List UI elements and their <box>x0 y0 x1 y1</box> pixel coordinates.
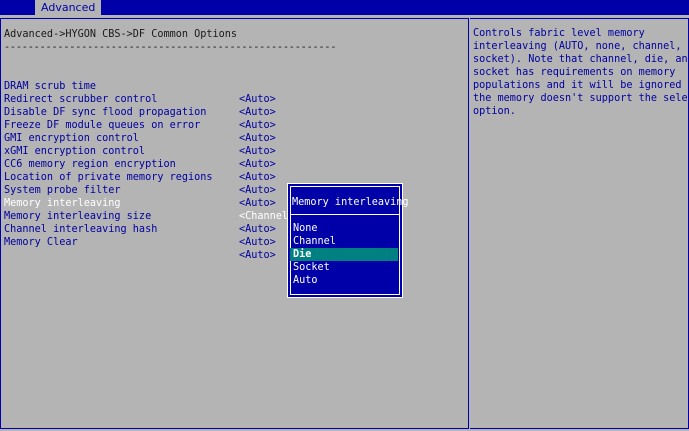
setting-value[interactable]: <Auto> <box>239 236 276 249</box>
popup-option-socket[interactable]: Socket <box>290 261 398 274</box>
popup-option-channel[interactable]: Channel <box>290 235 398 248</box>
setting-system-probe-filter[interactable]: System probe filter <Auto> <box>0 171 300 209</box>
setting-memory-clear[interactable]: Memory Clear <Auto> <box>0 223 300 261</box>
popup-title: Memory interleaving <box>292 197 409 208</box>
help-line: option. <box>473 106 516 117</box>
help-text: Controls fabric level memory interleaving… <box>473 27 689 118</box>
setting-dram-scrub-time[interactable]: DRAM scrub time <Auto> <box>0 67 300 105</box>
tab-advanced[interactable]: Advanced <box>35 0 102 15</box>
option-label: Die <box>293 249 312 260</box>
setting-redirect-scrubber-control[interactable]: Redirect scrubber control <Auto> <box>0 80 300 118</box>
setting-channel-interleaving-hash[interactable]: Channel interleaving hash <Auto> <box>0 210 300 248</box>
help-line: populations and it will be ignored if <box>473 80 689 91</box>
option-label: Auto <box>293 275 318 286</box>
popup-option-die[interactable]: Die <box>290 248 398 261</box>
setting-freeze-df-module-queues[interactable]: Freeze DF module queues on error <Auto> <box>0 106 300 144</box>
setting-memory-interleaving[interactable]: Memory interleaving <Channel> <box>0 184 300 222</box>
setting-xgmi-encryption-control[interactable]: xGMI encryption control <Auto> <box>0 132 300 170</box>
help-line: socket). Note that channel, die, and <box>473 54 689 65</box>
option-label: Socket <box>293 262 330 273</box>
top-menu-bar: Advanced <box>0 0 689 15</box>
setting-label: Memory Clear <box>4 237 78 248</box>
option-label: None <box>293 223 318 234</box>
help-line: the memory doesn't support the selected <box>473 93 689 104</box>
setting-disable-df-sync-flood[interactable]: Disable DF sync flood propagation <Auto> <box>0 93 300 131</box>
setting-gmi-encryption-control[interactable]: GMI encryption control <Auto> <box>0 119 300 157</box>
help-line: socket has requirements on memory <box>473 67 676 78</box>
breadcrumb: Advanced->HYGON CBS->DF Common Options <box>4 29 238 40</box>
option-label: Channel <box>293 236 336 247</box>
popup-divider <box>290 214 400 215</box>
help-line: Controls fabric level memory <box>473 28 645 39</box>
setting-cc6-memory-region-encryption[interactable]: CC6 memory region encryption <Auto> <box>0 145 300 183</box>
help-line: interleaving (AUTO, none, channel, die, <box>473 41 689 52</box>
popup-option-auto[interactable]: Auto <box>290 274 398 287</box>
popup-option-none[interactable]: None <box>290 222 398 235</box>
setting-value[interactable]: <Auto> <box>239 249 276 262</box>
setting-location-private-memory[interactable]: Location of private memory regions <Auto… <box>0 158 300 196</box>
breadcrumb-divider: ----------------------------------------… <box>4 42 337 53</box>
setting-memory-interleaving-size[interactable]: Memory interleaving size <Auto> <box>0 197 300 235</box>
